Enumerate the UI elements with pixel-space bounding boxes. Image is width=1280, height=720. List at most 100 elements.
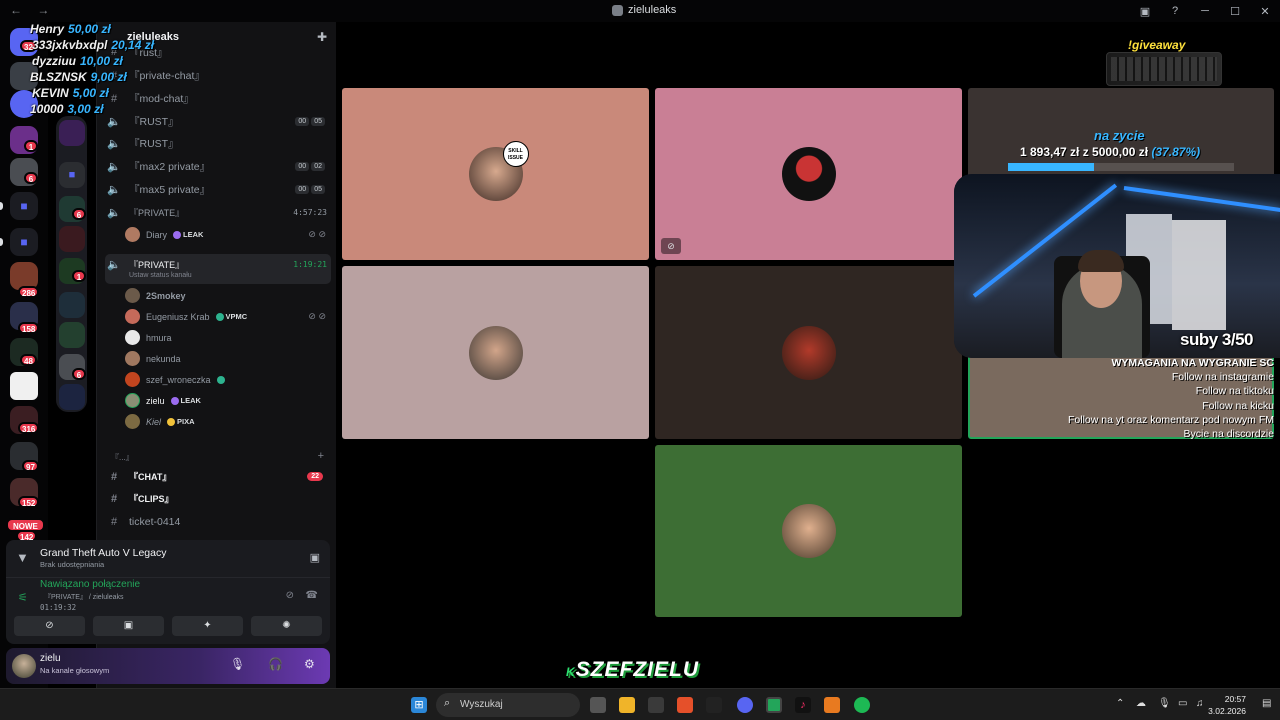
screen-share-button[interactable]: ▣ (93, 616, 164, 636)
start-icon[interactable]: ⊞ (411, 697, 427, 713)
server-badge: 1 (72, 270, 86, 282)
member-name: hmura (146, 332, 172, 343)
channel-name: 『max2 private』 (129, 161, 211, 173)
signal-icon[interactable]: ⚟ (18, 591, 28, 604)
headphones-icon[interactable]: 🎧 (268, 657, 283, 671)
member-tag (216, 375, 225, 384)
search-icon: ⌕ (444, 697, 451, 709)
voice-channel-item[interactable]: 🔈 『RUST』 (105, 133, 331, 154)
goal-progress-fill (1008, 163, 1094, 171)
game-icon: ▼ (16, 550, 29, 565)
voice-member[interactable]: Diary LEAK (125, 224, 203, 245)
voice-member[interactable]: nekunda (125, 348, 181, 369)
voice-member[interactable]: Kiel PIXA (125, 411, 195, 432)
clock-time: 20:57 (1224, 694, 1246, 704)
server-icon[interactable] (59, 322, 85, 348)
voice-channel-item[interactable]: 🔈 『RUST』 00 05 (105, 111, 331, 132)
server-folder[interactable]: ■ 6 1 6 (56, 116, 87, 412)
voice-member[interactable]: hmura (125, 327, 172, 348)
discord-active-icon[interactable] (766, 697, 782, 713)
server-icon[interactable] (59, 120, 85, 146)
microphone-icon[interactable]: 🎙 (230, 657, 245, 671)
tray-chevron-icon[interactable]: ⌃ (1116, 698, 1124, 709)
active-voice-channel[interactable]: 🔈 『PRIVATE』 1:19:21 Ustaw status kanału (105, 254, 331, 284)
folder-icon[interactable]: ■ (59, 162, 85, 188)
participant-tile[interactable] (342, 266, 649, 439)
voice-channel-item[interactable]: 🔈 『PRIVATE』 4:57:23 (105, 202, 331, 223)
voice-channel-item[interactable]: 🔈 『max2 private』 00 02 (105, 156, 331, 177)
share-screen-icon[interactable]: ▣ (310, 551, 320, 564)
muted-icon: ⊘ ⊘ (308, 311, 326, 321)
disconnect-icon[interactable]: ☎ (306, 590, 318, 601)
participant-tile[interactable]: SKILL ISSUE (342, 88, 649, 260)
keyboard-image (1106, 52, 1222, 86)
onedrive-icon[interactable]: ☁ (1136, 698, 1146, 709)
taskbar-search[interactable]: ⌕ Wyszukaj (436, 693, 580, 717)
text-channel-item[interactable]: # 『CLIPS』 (105, 488, 331, 509)
voice-member[interactable]: Eugeniusz Krab VPMC (125, 306, 247, 327)
close-button[interactable]: ✕ (1250, 5, 1280, 18)
network-icon[interactable]: ▭ (1178, 698, 1187, 709)
noise-suppression-icon[interactable]: ⊘ (286, 590, 294, 601)
system-clock[interactable]: 20:57 3.02.2026 (1208, 693, 1246, 717)
text-channel-item[interactable]: # ticket-0414 (105, 511, 331, 532)
speaker-icon: 🔈 (107, 184, 121, 196)
activities-button[interactable]: ✦ (172, 616, 243, 636)
spotify-icon[interactable] (854, 697, 870, 713)
member-name: szef_wroneczka (146, 374, 211, 385)
server-badge: 286 (18, 286, 40, 298)
file-explorer-icon[interactable] (619, 697, 635, 713)
nav-arrows[interactable]: ← → (10, 3, 55, 17)
server-badge: 6 (24, 172, 38, 184)
app-icon[interactable] (824, 697, 840, 713)
voice-member[interactable]: 2Smokey (125, 285, 186, 306)
channel-item[interactable]: # 『private-chat』 (105, 65, 331, 86)
server-icon (612, 4, 623, 16)
server-icon[interactable] (10, 372, 38, 400)
channel-status[interactable]: Ustaw status kanału (129, 272, 192, 279)
server-badge: 97 (22, 460, 39, 472)
voice-member[interactable]: zielu LEAK (125, 390, 201, 411)
muted-icon: ⊘ ⊘ (308, 229, 326, 239)
notifications-icon[interactable]: ▤ (1262, 698, 1271, 709)
server-icon[interactable] (59, 292, 85, 318)
user-name[interactable]: zielu (40, 653, 61, 664)
participant-tile[interactable] (655, 266, 962, 439)
store-icon[interactable] (648, 697, 664, 713)
server-icon[interactable] (59, 384, 85, 410)
obs-icon[interactable] (706, 697, 722, 713)
server-icon[interactable] (59, 226, 85, 252)
speaker-icon: 🔈 (107, 116, 121, 128)
help-icon[interactable]: ? (1160, 5, 1190, 17)
brave-icon[interactable] (677, 697, 693, 713)
maximize-button[interactable]: ☐ (1220, 5, 1250, 18)
tiktok-icon[interactable]: ♪ (795, 697, 811, 713)
add-channel-icon[interactable]: + (318, 450, 324, 462)
add-member-icon[interactable]: ✚ (317, 30, 327, 44)
settings-gear-icon[interactable]: ⚙ (304, 657, 315, 671)
voice-channel-item[interactable]: 🔈 『max5 private』 00 05 (105, 179, 331, 200)
unread-pill (0, 202, 3, 210)
text-channel-item[interactable]: # 『CHAT』 22 (105, 466, 331, 487)
avatar[interactable] (12, 654, 36, 678)
folder-icon[interactable]: ■ (10, 192, 38, 220)
volume-icon[interactable]: ♫ (1196, 698, 1204, 709)
task-view-icon[interactable] (590, 697, 606, 713)
member-tag: PIXA (167, 417, 195, 426)
folder-icon[interactable]: ■ (10, 228, 38, 256)
voice-status[interactable]: Nawiązano połączenie (40, 579, 140, 590)
channel-item[interactable]: # 『mod-chat』 (105, 88, 331, 109)
discord-taskbar-icon[interactable] (737, 697, 753, 713)
participant-tile[interactable] (655, 445, 962, 617)
minimize-button[interactable]: ─ (1190, 5, 1220, 17)
server-badge: 158 (18, 322, 40, 334)
participant-tile[interactable]: ⊘ (655, 88, 962, 260)
voice-channel-path[interactable]: 『PRIVATE』 / zieluleaks (44, 592, 124, 602)
voice-member[interactable]: szef_wroneczka (125, 369, 225, 390)
camera-button[interactable]: ⊘ (14, 616, 85, 636)
category-label[interactable]: 『...』 (111, 452, 134, 463)
server-badge: 6 (72, 208, 86, 220)
soundboard-button[interactable]: ✺ (251, 616, 322, 636)
inbox-icon[interactable]: ▣ (1130, 5, 1160, 18)
mic-tray-icon[interactable]: 🎙 (1158, 698, 1171, 709)
